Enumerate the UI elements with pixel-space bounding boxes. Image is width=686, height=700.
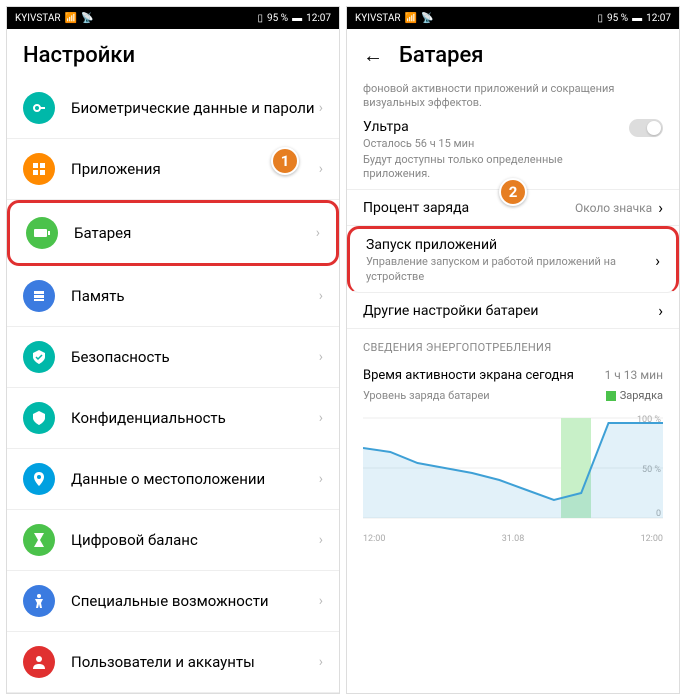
item-accessibility[interactable]: Специальные возможности › xyxy=(7,571,339,632)
chevron-right-icon: › xyxy=(319,654,323,670)
chart-legend: Зарядка xyxy=(606,389,663,402)
callout-badge-2: 2 xyxy=(499,178,527,206)
shield-icon xyxy=(23,341,55,373)
vibrate-icon: ▯ xyxy=(258,13,264,24)
row-title: Другие настройки батареи xyxy=(363,303,658,319)
chevron-right-icon: › xyxy=(319,288,323,304)
x-tick: 12:00 xyxy=(641,534,663,544)
hourglass-icon xyxy=(23,524,55,556)
statusbar: KYIVSTAR 📶 📡 ▯ 95 % ▬ 12:07 xyxy=(347,7,679,29)
user-icon xyxy=(23,646,55,678)
signal-icon: 📶 xyxy=(405,13,417,24)
row-title: Процент заряда xyxy=(363,200,575,216)
header: ← Батарея xyxy=(347,29,679,78)
settings-list: Биометрические данные и пароли › Приложе… xyxy=(7,78,339,693)
item-label: Конфиденциальность xyxy=(71,409,319,427)
legend-label: Зарядка xyxy=(620,389,663,402)
item-label: Пользователи и аккаунты xyxy=(71,653,319,671)
battery-pct: 95 % xyxy=(607,13,628,24)
chart-value: 1 ч 13 мин xyxy=(605,368,663,382)
item-label: Цифровой баланс xyxy=(71,531,319,549)
battery-chart: 100 % 50 % 0 xyxy=(363,408,663,528)
phone-right: KYIVSTAR 📶 📡 ▯ 95 % ▬ 12:07 ← Батарея фо… xyxy=(346,6,680,694)
apps-icon xyxy=(23,153,55,185)
phone-left: KYIVSTAR 📶 📡 ▯ 95 % ▬ 12:07 Настройки Би… xyxy=(6,6,340,694)
item-security[interactable]: Безопасность › xyxy=(7,327,339,388)
accessibility-icon xyxy=(23,585,55,617)
legend-square xyxy=(606,391,616,401)
item-digital-balance[interactable]: Цифровой баланс › xyxy=(7,510,339,571)
battery-content: фоновой активности приложений и сокращен… xyxy=(347,78,679,693)
item-label: Память xyxy=(71,287,319,305)
privacy-icon xyxy=(23,402,55,434)
chevron-right-icon: › xyxy=(658,198,663,217)
wifi-icon: 📡 xyxy=(81,13,93,24)
item-label: Данные о местоположении xyxy=(71,470,319,488)
x-tick: 31.08 xyxy=(502,534,525,544)
statusbar: KYIVSTAR 📶 📡 ▯ 95 % ▬ 12:07 xyxy=(7,7,339,29)
row-value: Около значка xyxy=(575,201,652,215)
chevron-right-icon: › xyxy=(319,161,323,177)
row-sub: Управление запуском и работой приложений… xyxy=(366,255,655,284)
clock: 12:07 xyxy=(306,13,331,24)
chart-area xyxy=(363,423,663,518)
carrier-label: KYIVSTAR xyxy=(15,13,61,24)
item-label: Безопасность xyxy=(71,348,319,366)
item-privacy[interactable]: Конфиденциальность › xyxy=(7,388,339,449)
item-users[interactable]: Пользователи и аккаунты › xyxy=(7,632,339,693)
carrier-label: KYIVSTAR xyxy=(355,13,401,24)
wifi-icon: 📡 xyxy=(421,13,433,24)
row-title: Ультра xyxy=(363,119,629,135)
row-app-launch[interactable]: Запуск приложений Управление запуском и … xyxy=(347,226,679,293)
chevron-right-icon: › xyxy=(319,593,323,609)
row-other-settings[interactable]: Другие настройки батареи › xyxy=(347,293,679,329)
chart-sublabel: Уровень заряда батареи xyxy=(363,389,490,402)
chart-title: Время активности экрана сегодня xyxy=(363,368,574,383)
item-biometrics[interactable]: Биометрические данные и пароли › xyxy=(7,78,339,139)
battery-icon xyxy=(26,217,58,249)
vibrate-icon: ▯ xyxy=(598,13,604,24)
item-label: Биометрические данные и пароли xyxy=(71,99,319,117)
key-icon xyxy=(23,92,55,124)
callout-badge-1: 1 xyxy=(271,147,299,175)
chevron-right-icon: › xyxy=(319,471,323,487)
item-memory[interactable]: Память › xyxy=(7,266,339,327)
ultra-toggle[interactable] xyxy=(629,119,663,137)
header: Настройки xyxy=(7,29,339,78)
row-title: Запуск приложений xyxy=(366,237,655,253)
signal-icon: 📶 xyxy=(65,13,77,24)
item-label: Батарея xyxy=(74,224,316,242)
item-battery[interactable]: Батарея › xyxy=(7,200,339,266)
memory-icon xyxy=(23,280,55,312)
battery-pct: 95 % xyxy=(267,13,288,24)
row-sub: Будут доступны только определенные прило… xyxy=(363,153,629,182)
x-tick: 12:00 xyxy=(363,534,385,544)
clock: 12:07 xyxy=(646,13,671,24)
chevron-right-icon: › xyxy=(319,532,323,548)
back-button[interactable]: ← xyxy=(363,43,383,68)
chevron-right-icon: › xyxy=(658,301,663,320)
chevron-right-icon: › xyxy=(655,251,660,270)
truncated-description: фоновой активности приложений и сокращен… xyxy=(347,78,679,111)
section-header: СВЕДЕНИЯ ЭНЕРГОПОТРЕБЛЕНИЯ xyxy=(347,329,679,360)
page-title: Батарея xyxy=(399,43,484,68)
item-label: Специальные возможности xyxy=(71,592,319,610)
battery-icon: ▬ xyxy=(632,13,642,24)
location-icon xyxy=(23,463,55,495)
chevron-right-icon: › xyxy=(319,100,323,116)
row-remaining: Осталось 56 ч 15 мин xyxy=(363,137,629,151)
page-title: Настройки xyxy=(23,43,135,68)
chart-xaxis: 12:00 31.08 12:00 xyxy=(363,532,663,546)
chart-box: Время активности экрана сегодня 1 ч 13 м… xyxy=(347,360,679,554)
chevron-right-icon: › xyxy=(319,349,323,365)
item-location[interactable]: Данные о местоположении › xyxy=(7,449,339,510)
chevron-right-icon: › xyxy=(316,225,320,241)
chevron-right-icon: › xyxy=(319,410,323,426)
battery-icon: ▬ xyxy=(292,13,302,24)
